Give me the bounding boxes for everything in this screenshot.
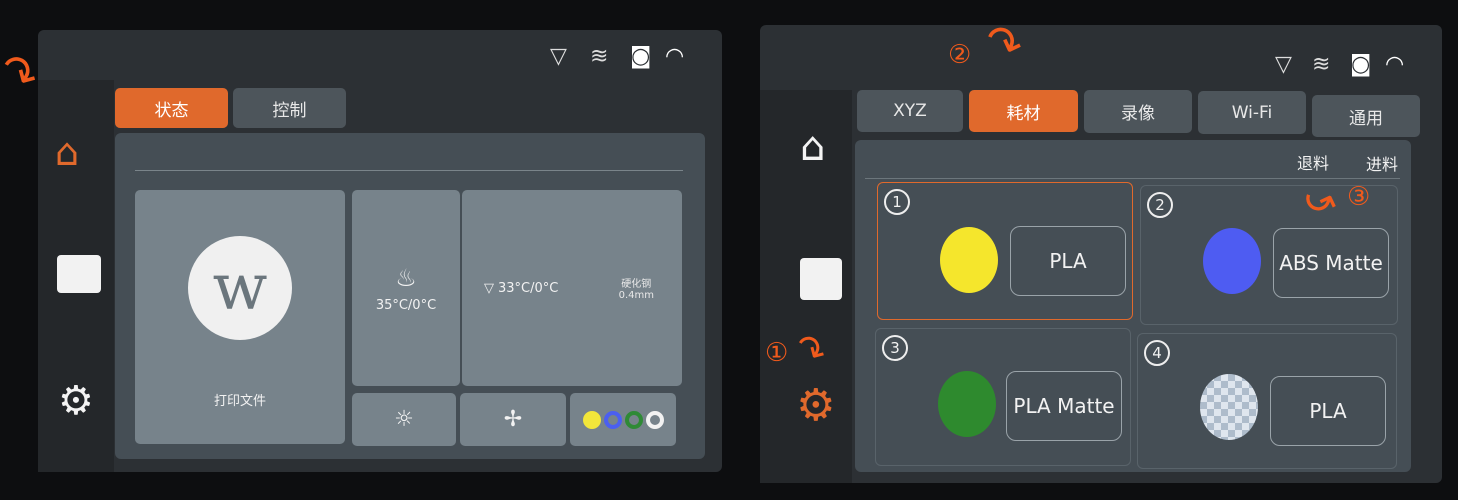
annotation-step-3: ③ — [1347, 182, 1371, 212]
filament-dot — [582, 410, 601, 429]
print-file-card[interactable]: w 打印文件 — [135, 190, 345, 444]
print-file-label: 打印文件 — [213, 393, 266, 409]
filament-dot — [645, 410, 664, 429]
heated-bed-icon: ♨ — [395, 263, 417, 292]
color-swatch[interactable] — [940, 227, 998, 293]
nozzle-temp-card[interactable]: ▽ 33°C/0°C 硬化钢 0.4mm — [462, 190, 682, 386]
light-button[interactable]: ☼ — [352, 393, 456, 446]
bed-temp: 35°C/0°C — [375, 297, 437, 313]
divider — [135, 170, 683, 171]
annotation-step-2: ② — [948, 40, 972, 70]
heat-status-icon: ≋ — [1312, 52, 1331, 77]
color-swatch[interactable] — [1200, 374, 1258, 440]
heat-status-icon: ≋ — [590, 44, 609, 69]
nozzle-status-icon: ▽ — [550, 44, 567, 69]
tab-general[interactable]: 通用 — [1312, 95, 1420, 137]
fan-icon: ✢ — [503, 407, 523, 432]
slot-number: 4 — [1144, 340, 1170, 366]
fan-button[interactable]: ✢ — [460, 393, 566, 446]
tab-status[interactable]: 状态 — [115, 88, 228, 128]
color-swatch[interactable] — [1203, 228, 1261, 294]
wifi-icon: ◠ — [1385, 52, 1405, 77]
filament-slot-4[interactable]: 4 PLA — [1137, 333, 1397, 469]
filament-slot-1[interactable]: 1 PLA — [877, 182, 1133, 320]
tab-wifi[interactable]: Wi-Fi — [1198, 91, 1306, 134]
slot-number: 1 — [884, 189, 910, 215]
slot-number: 2 — [1147, 192, 1173, 218]
nozzle-temp: 33°C/0°C — [498, 280, 559, 296]
gear-icon[interactable]: ⚙ — [58, 378, 94, 424]
filament-button[interactable] — [570, 393, 676, 446]
bed-temp-card[interactable]: ♨ 35°C/0°C — [352, 190, 460, 386]
load-button[interactable]: 进料 — [1366, 151, 1398, 175]
material-button[interactable]: PLA Matte — [1006, 371, 1122, 441]
wifi-icon: ◠ — [665, 44, 685, 69]
filament-dot — [603, 410, 622, 429]
nozzle-type: 硬化钢 — [621, 279, 652, 290]
annotation-step-1: ① — [765, 338, 789, 368]
folder-icon[interactable] — [57, 255, 101, 293]
material-button[interactable]: ABS Matte — [1273, 228, 1389, 298]
filament-dot — [624, 410, 643, 429]
color-swatch[interactable] — [938, 371, 996, 437]
tab-xyz[interactable]: XYZ — [857, 90, 963, 132]
folder-icon[interactable] — [800, 258, 842, 300]
material-button[interactable]: PLA — [1010, 226, 1126, 296]
camera-icon: ◙ — [630, 44, 652, 69]
tab-filament[interactable]: 耗材 — [969, 90, 1078, 132]
nozzle-status-icon: ▽ — [1275, 52, 1292, 77]
nozzle-size: 0.4mm — [618, 290, 654, 301]
home-icon[interactable]: ⌂ — [800, 124, 825, 170]
nozzle-icon: ▽ — [484, 280, 494, 296]
lightbulb-icon: ☼ — [394, 407, 414, 432]
camera-icon: ◙ — [1350, 52, 1372, 77]
slot-number: 3 — [882, 335, 908, 361]
logo-icon: w — [188, 235, 292, 340]
gear-icon[interactable]: ⚙ — [796, 380, 835, 431]
material-button[interactable]: PLA — [1270, 376, 1386, 446]
home-icon[interactable]: ⌂ — [55, 130, 79, 174]
tab-recording[interactable]: 录像 — [1084, 90, 1192, 133]
tab-control[interactable]: 控制 — [233, 88, 346, 128]
filament-slot-3[interactable]: 3 PLA Matte — [875, 328, 1131, 466]
